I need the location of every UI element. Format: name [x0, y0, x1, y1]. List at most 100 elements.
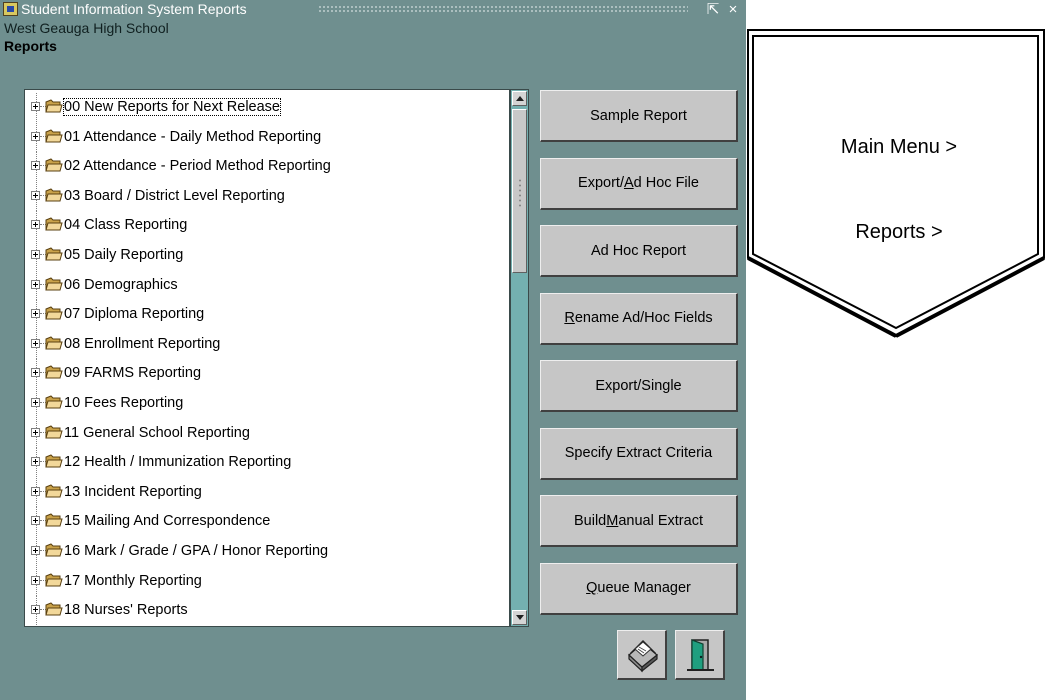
button-label-start: Build — [574, 512, 607, 529]
expand-plus-icon[interactable] — [31, 427, 40, 437]
section-title: Reports — [4, 38, 57, 54]
tree-item[interactable]: 10 Fees Reporting — [25, 389, 509, 418]
print-button[interactable] — [617, 630, 667, 680]
tree-item[interactable]: 15 Mailing And Correspondence — [25, 507, 509, 537]
tree-item[interactable]: 09 FARMS Reporting — [25, 359, 509, 389]
folder-icon — [45, 365, 63, 379]
expand-plus-icon[interactable] — [31, 368, 40, 378]
tree-item-label: 16 Mark / Grade / GPA / Honor Reporting — [64, 543, 329, 559]
folder-icon — [45, 188, 63, 202]
title-bar-grip — [318, 5, 688, 14]
ad-hoc-report-button[interactable]: Ad Hoc Report — [540, 225, 738, 277]
scroll-up-icon[interactable] — [512, 91, 527, 106]
button-label-start: Sample Report — [590, 107, 687, 124]
button-label-end: d Hoc File — [633, 175, 699, 191]
tree-item-label: 17 Monthly Reporting — [64, 572, 202, 589]
folder-icon — [45, 573, 63, 587]
tree-item[interactable]: 02 Attendance - Period Method Reporting — [25, 152, 509, 182]
tree-item[interactable]: 08 Enrollment Reporting — [25, 329, 509, 359]
maximize-icon[interactable]: ⇱ — [704, 0, 722, 19]
tree-item-label: 04 Class Reporting — [64, 217, 188, 234]
button-label-start: Export/ — [578, 175, 624, 191]
folder-icon — [45, 217, 63, 231]
rename-ad-hoc-fields-button[interactable]: Rename Ad/Hoc Fields — [540, 292, 738, 345]
expand-plus-icon[interactable] — [31, 279, 40, 289]
exit-door-icon — [687, 639, 714, 671]
breadcrumb-callout: Main Menu > Reports > — [746, 28, 1046, 340]
tree-item[interactable]: 11 General School Reporting — [25, 418, 509, 448]
folder-icon — [45, 602, 63, 616]
tree-item[interactable]: 16 Mark / Grade / GPA / Honor Reporting — [25, 537, 509, 566]
folder-icon — [45, 395, 63, 409]
build-manual-extract-button[interactable]: Build Manual Extract — [540, 495, 738, 547]
expand-plus-icon[interactable] — [31, 516, 40, 526]
folder-icon — [45, 306, 63, 320]
tree-item-label: 02 Attendance - Period Method Reporting — [64, 158, 331, 175]
tree-item-label: 00 New Reports for Next Release — [63, 98, 281, 116]
tree-item[interactable]: 17 Monthly Reporting — [25, 566, 509, 596]
tree-item[interactable]: 01 Attendance - Daily Method Reporting — [25, 122, 509, 152]
expand-plus-icon[interactable] — [31, 131, 40, 141]
tree-item[interactable]: 05 Daily Reporting — [25, 241, 509, 270]
scroll-thumb[interactable] — [512, 109, 527, 273]
tree-item-label: 05 Daily Reporting — [64, 247, 184, 263]
tree-item[interactable]: 03 Board / District Level Reporting — [25, 181, 509, 211]
expand-plus-icon[interactable] — [31, 220, 40, 230]
button-label-end: ueue Manager — [597, 580, 691, 596]
folder-icon — [45, 425, 63, 439]
expand-plus-icon[interactable] — [31, 457, 40, 467]
folder-icon — [45, 543, 63, 557]
tree-item-label: 09 FARMS Reporting — [64, 365, 202, 382]
expand-plus-icon[interactable] — [31, 250, 40, 259]
button-label-start: Export/Single — [595, 377, 682, 394]
tree-item[interactable]: 13 Incident Reporting — [25, 477, 509, 507]
sample-report-button[interactable]: Sample Report — [540, 90, 738, 142]
folder-icon — [45, 247, 63, 261]
thumb-grip — [518, 178, 523, 208]
tree-item[interactable]: 06 Demographics — [25, 270, 509, 300]
expand-plus-icon[interactable] — [31, 605, 40, 615]
export-ad-hoc-file-button[interactable]: Export/Ad Hoc File — [540, 157, 738, 210]
tree-item-label: 13 Incident Reporting — [64, 483, 202, 500]
tree-item-label: 10 Fees Reporting — [64, 395, 184, 411]
export-single-button[interactable]: Export/Single — [540, 360, 738, 412]
folder-icon — [45, 99, 63, 113]
folder-icon — [45, 129, 63, 143]
expand-plus-icon[interactable] — [31, 102, 40, 111]
tree-item[interactable]: 00 New Reports for Next Release — [25, 93, 509, 122]
title-bar[interactable]: Student Information System Reports ⇱ × — [0, 0, 746, 19]
button-label-end: anual Extract — [618, 512, 703, 529]
printer-icon — [628, 639, 658, 673]
exit-button[interactable] — [675, 630, 725, 680]
tree-item[interactable]: 07 Diploma Reporting — [25, 300, 509, 330]
specify-extract-criteria-button[interactable]: Specify Extract Criteria — [540, 427, 738, 480]
expand-plus-icon[interactable] — [31, 309, 40, 319]
button-label-end: ename Ad/Hoc Fields — [574, 310, 713, 326]
tree-item[interactable]: 04 Class Reporting — [25, 211, 509, 241]
tree-item-label: 01 Attendance - Daily Method Reporting — [64, 128, 322, 145]
expand-plus-icon[interactable] — [31, 338, 40, 348]
expand-plus-icon[interactable] — [31, 161, 40, 171]
tree-item-label: 15 Mailing And Correspondence — [64, 513, 271, 530]
tree-item[interactable]: 12 Health / Immunization Reporting — [25, 448, 509, 478]
expand-plus-icon[interactable] — [31, 398, 40, 407]
tree-item-label: 18 Nurses' Reports — [64, 602, 188, 619]
queue-manager-button[interactable]: Queue Manager — [540, 562, 738, 615]
folder-icon — [45, 336, 63, 350]
expand-plus-icon[interactable] — [31, 190, 40, 200]
school-name: West Geauga High School — [4, 20, 169, 36]
expand-plus-icon[interactable] — [31, 486, 40, 496]
button-label-start: Specify Extract Criteria — [564, 445, 713, 461]
expand-plus-icon[interactable] — [31, 575, 40, 585]
tree-item[interactable]: 18 Nurses' Reports — [25, 596, 509, 626]
report-tree[interactable]: 00 New Reports for Next Release 01 Attend… — [24, 89, 510, 627]
folder-icon — [45, 513, 63, 527]
button-mnemonic: M — [606, 512, 619, 529]
scroll-down-icon[interactable] — [512, 610, 527, 625]
button-label-start: Ad Hoc Report — [590, 242, 687, 259]
close-icon[interactable]: × — [724, 0, 742, 19]
tree-scrollbar[interactable] — [510, 89, 529, 627]
breadcrumb-main-menu: Main Menu > — [840, 136, 958, 158]
reports-window: Student Information System Reports ⇱ × W… — [0, 0, 746, 700]
expand-plus-icon[interactable] — [31, 546, 40, 555]
